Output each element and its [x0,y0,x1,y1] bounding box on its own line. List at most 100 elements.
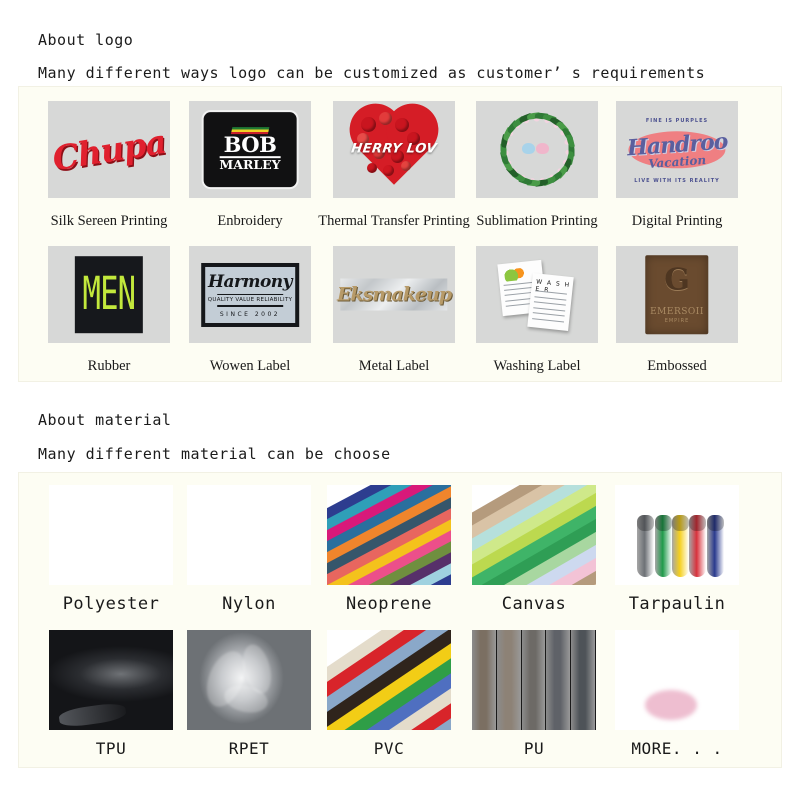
material-item-canvas[interactable]: Canvas [461,485,607,613]
material-item-rpet[interactable]: RPET [181,630,317,757]
washing-label-art: W A S H E R [476,246,598,343]
washing-label-thumbnail: W A S H E R [476,246,598,343]
logo-section-heading: About logo [38,31,133,49]
material-item-more[interactable]: MORE. . . [607,630,747,757]
chupa-logo-art: Chupa [48,101,170,198]
men-rubber-patch-art: MEN [48,246,170,343]
material-item-label: Polyester [62,594,160,614]
logo-item-label: Embossed [647,358,707,374]
tpu-swatch [49,630,173,730]
embossed-sub-text: EMPIRE [664,318,690,325]
logo-item-label: Silk Sereen Printing [50,213,168,229]
logo-item-embroidery[interactable]: BOB MARLEY Enbroidery [179,101,321,229]
rose-heart-art: HERRY LOV [333,101,455,198]
harmony-woven-label-art: Harmony QUALITY VALUE RELIABILITY SINCE … [189,246,311,343]
material-item-label: Tarpaulin [628,594,726,614]
handroo-arc-top-text: FINE IS PURPLES [645,117,709,124]
canvas-swatch [472,485,596,585]
bob-marley-patch-art: BOB MARLEY [189,101,311,198]
rubber-thumbnail: MEN [48,246,170,343]
material-item-label: Nylon [222,594,276,614]
metal-label-thumbnail: Eksmakeup [333,246,455,343]
woven-label-thumbnail: Harmony QUALITY VALUE RELIABILITY SINCE … [189,246,311,343]
woven-since-text: SINCE 2002 [219,310,281,318]
tarpaulin-swatch [615,485,739,585]
logo-row-2: MEN Rubber Harmony QUALITY VALUE RELIABI… [39,246,747,374]
logo-item-label: Washing Label [493,358,581,374]
heart-label-text: HERRY LOV [350,141,438,157]
silk-screen-thumbnail: Chupa [48,101,170,198]
logo-item-digital-printing[interactable]: FINE IS PURPLES Handroo Vacation LIVE WI… [607,101,747,229]
pvc-swatch [327,630,451,730]
material-item-label: PU [523,739,545,758]
wash-care-symbols-text: W A S H E R [534,278,571,295]
material-row-1: Polyester Nylon Neoprene Canvas Tarpauli… [41,485,747,613]
patch-subtitle-text: MARLEY [219,157,281,173]
embossed-glyph-text: G [664,262,690,298]
material-panel: Polyester Nylon Neoprene Canvas Tarpauli… [18,472,782,768]
logo-row-1: Chupa Silk Sereen Printing BOB MARLEY En… [39,101,747,229]
logo-subheading-text: Many different ways logo can be customiz… [38,64,706,82]
logo-item-woven-label[interactable]: Harmony QUALITY VALUE RELIABILITY SINCE … [179,246,321,374]
material-item-label: Canvas [501,594,567,614]
logo-item-thermal-transfer[interactable]: HERRY LOV Thermal Transfer Printing [318,101,470,229]
nylon-swatch [187,485,311,585]
woven-brand-text: Harmony [207,271,293,292]
material-item-label: PVC [373,739,405,758]
logo-item-label: Wowen Label [209,358,291,374]
embossed-thumbnail: G EMERSOII EMPIRE [616,246,738,343]
logo-item-label: Enbroidery [217,213,283,229]
embossed-leather-art: G EMERSOII EMPIRE [616,246,738,343]
material-row-2: TPU RPET PVC PU MORE. . . [41,630,747,757]
metal-label-text: Eksmakeup [336,283,452,306]
logo-item-label: Digital Printing [631,213,723,229]
logo-item-sublimation[interactable]: Sublimation Printing [467,101,607,229]
logo-item-label: Thermal Transfer Printing [318,213,470,229]
logo-item-silk-screen[interactable]: Chupa Silk Sereen Printing [39,101,179,229]
laurel-wreath-art [476,101,598,198]
material-item-tarpaulin[interactable]: Tarpaulin [607,485,747,613]
logo-item-metal-label[interactable]: Eksmakeup Metal Label [321,246,467,374]
material-subheading-text: Many different material can be choose [38,445,391,463]
sublimation-thumbnail [476,101,598,198]
material-item-pu[interactable]: PU [461,630,607,757]
wreath-birds-icon [522,139,552,161]
material-item-label: RPET [228,739,270,758]
rasta-stripe-icon [230,127,270,135]
material-item-label: TPU [95,739,127,758]
wash-tag-back: W A S H E R [526,273,574,332]
material-item-nylon[interactable]: Nylon [181,485,317,613]
logo-item-label: Metal Label [358,358,430,374]
handroo-arc-bottom-text: LIVE WITH ITS REALITY [634,177,720,184]
material-item-polyester[interactable]: Polyester [41,485,181,613]
logo-item-washing-label[interactable]: W A S H E R Washing Label [467,246,607,374]
thermal-transfer-thumbnail: HERRY LOV [333,101,455,198]
logo-section-subheading: Many different ways logo can be customiz… [38,64,705,82]
material-heading-text: About material [38,411,172,429]
material-item-label: MORE. . . [631,739,723,758]
wash-brand-icon [504,267,528,282]
embroidery-thumbnail: BOB MARLEY [189,101,311,198]
more-fur-swatch [615,630,739,730]
logo-panel: Chupa Silk Sereen Printing BOB MARLEY En… [18,86,782,382]
neoprene-swatch [327,485,451,585]
embossed-brand-text: EMERSOII [650,306,704,317]
rpet-swatch [187,630,311,730]
material-section-subheading: Many different material can be choose [38,445,391,463]
logo-item-label: Rubber [87,358,131,374]
material-item-neoprene[interactable]: Neoprene [317,485,461,613]
logo-item-rubber[interactable]: MEN Rubber [39,246,179,374]
pu-swatch [472,630,596,730]
logo-item-embossed[interactable]: G EMERSOII EMPIRE Embossed [607,246,747,374]
polyester-swatch [49,485,173,585]
logo-heading-text: About logo [38,31,134,49]
material-item-tpu[interactable]: TPU [41,630,181,757]
material-item-pvc[interactable]: PVC [317,630,461,757]
logo-item-label: Sublimation Printing [476,213,598,229]
metal-label-art: Eksmakeup [333,246,455,343]
woven-tagline-text: QUALITY VALUE RELIABILITY [207,296,293,303]
material-section-heading: About material [38,411,171,429]
material-item-label: Neoprene [346,594,432,614]
patch-title-text: BOB [223,132,277,158]
chupa-logo-text: Chupa [49,121,169,178]
